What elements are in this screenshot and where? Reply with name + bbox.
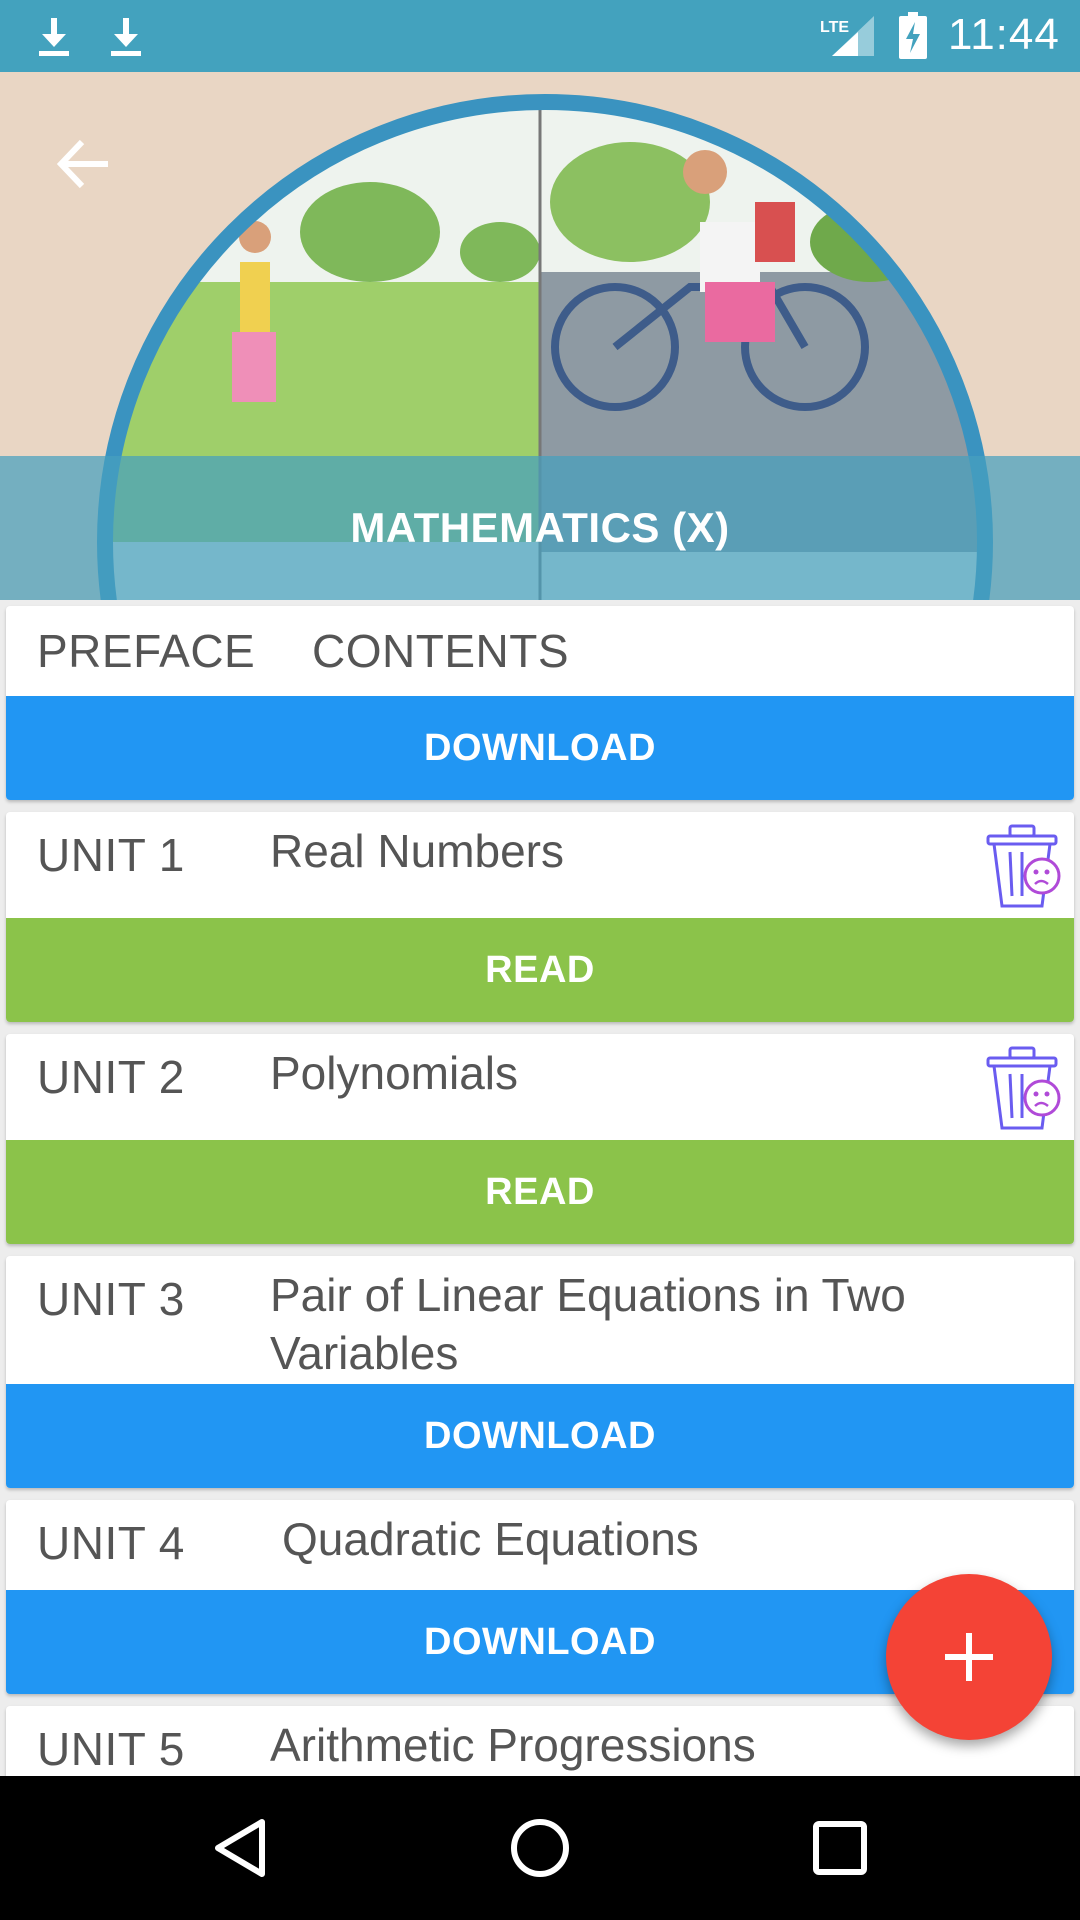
unit-title: Pair of Linear Equations in Two Variable… xyxy=(270,1269,906,1379)
unit-number: UNIT 2 xyxy=(37,1051,185,1103)
contents-label: CONTENTS xyxy=(312,625,569,677)
read-button[interactable]: READ xyxy=(6,918,1074,1022)
recents-square-icon[interactable] xyxy=(804,1812,876,1884)
lte-signal-icon: LTE xyxy=(820,16,874,56)
title-band: MATHEMATICS (X) xyxy=(0,456,1080,600)
download-icon xyxy=(111,18,141,56)
svg-text:LTE: LTE xyxy=(820,19,849,36)
system-nav-bar xyxy=(0,1776,1080,1920)
unit-number: UNIT 5 xyxy=(37,1723,185,1775)
battery-charging-icon xyxy=(899,12,927,59)
unit-number: UNIT 1 xyxy=(37,829,185,881)
back-triangle-icon[interactable] xyxy=(204,1812,276,1884)
status-bar: LTE 11:44 xyxy=(0,0,1080,72)
unit-card: UNIT 2 Polynomials READ xyxy=(6,1034,1074,1244)
delete-trash-icon[interactable] xyxy=(980,822,1064,910)
unit-number: UNIT 3 xyxy=(37,1273,185,1325)
intro-card: PREFACE CONTENTS DOWNLOAD xyxy=(6,606,1074,800)
arrow-back-icon[interactable] xyxy=(52,132,116,196)
home-circle-icon[interactable] xyxy=(504,1812,576,1884)
download-icon xyxy=(39,18,69,56)
preface-label: PREFACE xyxy=(37,625,256,677)
delete-trash-icon[interactable] xyxy=(980,1044,1064,1132)
status-time: 11:44 xyxy=(948,10,1060,59)
unit-title: Arithmetic Progressions xyxy=(270,1719,756,1771)
header-banner: MATHEMATICS (X) xyxy=(0,72,1080,600)
unit-title: Polynomials xyxy=(270,1047,518,1099)
read-button[interactable]: READ xyxy=(6,1140,1074,1244)
download-button[interactable]: DOWNLOAD xyxy=(6,1384,1074,1488)
add-fab-button[interactable] xyxy=(886,1574,1052,1740)
plus-icon xyxy=(945,1633,993,1681)
unit-number: UNIT 4 xyxy=(37,1517,185,1569)
unit-card: UNIT 3 Pair of Linear Equations in Two V… xyxy=(6,1256,1074,1488)
unit-title: Real Numbers xyxy=(270,825,564,877)
unit-title: Quadratic Equations xyxy=(282,1513,699,1565)
unit-card: UNIT 1 Real Numbers READ xyxy=(6,812,1074,1022)
page-title: MATHEMATICS (X) xyxy=(350,504,730,551)
intro-download-button[interactable]: DOWNLOAD xyxy=(6,696,1074,800)
